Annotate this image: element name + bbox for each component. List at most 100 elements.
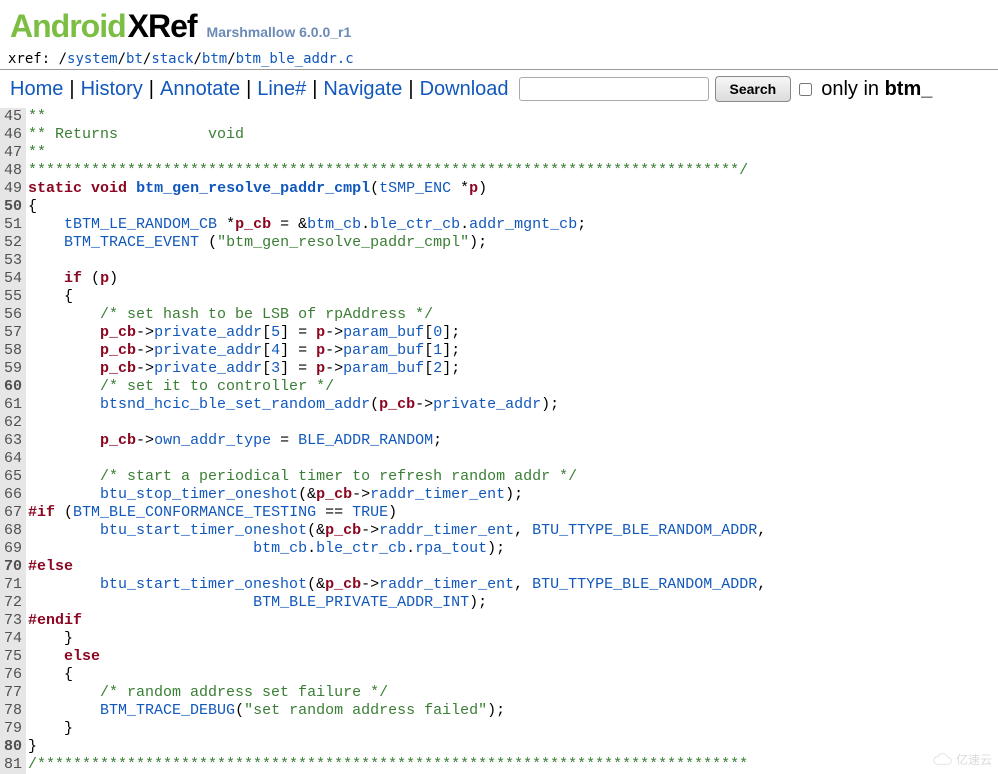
breadcrumb-segment[interactable]: btm: [202, 51, 227, 67]
source-line: btu_stop_timer_oneshot(&p_cb->raddr_time…: [28, 486, 766, 504]
nav-line-link[interactable]: Line#: [257, 78, 306, 101]
line-number[interactable]: 75: [4, 648, 22, 666]
line-number[interactable]: 68: [4, 522, 22, 540]
source-line: }: [28, 630, 766, 648]
source-line: }: [28, 738, 766, 756]
toolbar: Home | History | Annotate | Line# | Navi…: [0, 70, 998, 108]
source-line: **: [28, 144, 766, 162]
source-line: BTM_BLE_PRIVATE_ADDR_INT);: [28, 594, 766, 612]
line-number[interactable]: 49: [4, 180, 22, 198]
line-number[interactable]: 67: [4, 504, 22, 522]
line-number[interactable]: 53: [4, 252, 22, 270]
source-line: tBTM_LE_RANDOM_CB *p_cb = &btm_cb.ble_ct…: [28, 216, 766, 234]
source-line: /* set it to controller */: [28, 378, 766, 396]
breadcrumb-segment[interactable]: btm_ble_addr.c: [236, 51, 354, 67]
line-number[interactable]: 46: [4, 126, 22, 144]
line-number[interactable]: 78: [4, 702, 22, 720]
line-number[interactable]: 71: [4, 576, 22, 594]
line-number[interactable]: 66: [4, 486, 22, 504]
search-input[interactable]: [519, 77, 709, 101]
line-number[interactable]: 79: [4, 720, 22, 738]
cloud-icon: [930, 750, 954, 768]
line-number[interactable]: 77: [4, 684, 22, 702]
source-line: {: [28, 666, 766, 684]
line-number[interactable]: 60: [4, 378, 22, 396]
source-line: [28, 414, 766, 432]
breadcrumb-segment[interactable]: bt: [126, 51, 143, 67]
line-number[interactable]: 45: [4, 108, 22, 126]
source-line: {: [28, 288, 766, 306]
line-number[interactable]: 62: [4, 414, 22, 432]
source-line: #if (BTM_BLE_CONFORMANCE_TESTING == TRUE…: [28, 504, 766, 522]
line-number[interactable]: 74: [4, 630, 22, 648]
nav-sep: |: [312, 78, 317, 101]
logo-xref-text: XRef: [128, 8, 197, 45]
nav-sep: |: [408, 78, 413, 101]
source-code: **** Returns void***********************…: [26, 108, 766, 774]
source-line: **: [28, 108, 766, 126]
breadcrumb-segment[interactable]: system: [67, 51, 118, 67]
source-line: else: [28, 648, 766, 666]
line-number[interactable]: 57: [4, 324, 22, 342]
source-line: [28, 450, 766, 468]
source-line: #endif: [28, 612, 766, 630]
source-line: ****************************************…: [28, 162, 766, 180]
nav-home-link[interactable]: Home: [10, 78, 63, 101]
source-line: btm_cb.ble_ctr_cb.rpa_tout);: [28, 540, 766, 558]
line-number[interactable]: 80: [4, 738, 22, 756]
line-number-gutter: 4546474849505152535455565758596061626364…: [0, 108, 26, 774]
line-number[interactable]: 55: [4, 288, 22, 306]
line-number[interactable]: 59: [4, 360, 22, 378]
logo-version-text: Marshmallow 6.0.0_r1: [207, 24, 352, 40]
line-number[interactable]: 76: [4, 666, 22, 684]
breadcrumb-segment[interactable]: stack: [151, 51, 193, 67]
source-line: ** Returns void: [28, 126, 766, 144]
source-line: p_cb->private_addr[4] = p->param_buf[1];: [28, 342, 766, 360]
line-number[interactable]: 69: [4, 540, 22, 558]
line-number[interactable]: 73: [4, 612, 22, 630]
source-line: }: [28, 720, 766, 738]
breadcrumb-prefix: xref:: [8, 51, 59, 67]
nav-history-link[interactable]: History: [81, 78, 143, 101]
nav-sep: |: [246, 78, 251, 101]
line-number[interactable]: 58: [4, 342, 22, 360]
source-line: #else: [28, 558, 766, 576]
source-line: p_cb->own_addr_type = BLE_ADDR_RANDOM;: [28, 432, 766, 450]
source-viewer: 4546474849505152535455565758596061626364…: [0, 108, 998, 774]
header: Android XRef Marshmallow 6.0.0_r1: [0, 0, 998, 49]
source-line: if (p): [28, 270, 766, 288]
line-number[interactable]: 72: [4, 594, 22, 612]
nav-sep: |: [69, 78, 74, 101]
source-line: /* start a periodical timer to refresh r…: [28, 468, 766, 486]
line-number[interactable]: 54: [4, 270, 22, 288]
line-number[interactable]: 47: [4, 144, 22, 162]
line-number[interactable]: 64: [4, 450, 22, 468]
line-number[interactable]: 81: [4, 756, 22, 774]
nav-annotate-link[interactable]: Annotate: [160, 78, 240, 101]
source-line: btsnd_hcic_ble_set_random_addr(p_cb->pri…: [28, 396, 766, 414]
line-number[interactable]: 50: [4, 198, 22, 216]
line-number[interactable]: 48: [4, 162, 22, 180]
source-line: btu_start_timer_oneshot(&p_cb->raddr_tim…: [28, 522, 766, 540]
source-line: /* set hash to be LSB of rpAddress */: [28, 306, 766, 324]
line-number[interactable]: 51: [4, 216, 22, 234]
source-line: p_cb->private_addr[3] = p->param_buf[2];: [28, 360, 766, 378]
logo-android-text: Android: [10, 8, 126, 45]
logo[interactable]: Android XRef Marshmallow 6.0.0_r1: [10, 8, 988, 45]
line-number[interactable]: 63: [4, 432, 22, 450]
line-number[interactable]: 70: [4, 558, 22, 576]
only-in-checkbox[interactable]: [799, 83, 812, 96]
source-line: /***************************************…: [28, 756, 766, 774]
line-number[interactable]: 56: [4, 306, 22, 324]
nav-navigate-link[interactable]: Navigate: [323, 78, 402, 101]
line-number[interactable]: 61: [4, 396, 22, 414]
source-line: btu_start_timer_oneshot(&p_cb->raddr_tim…: [28, 576, 766, 594]
breadcrumb: xref: /system/bt/stack/btm/btm_ble_addr.…: [0, 49, 998, 70]
nav-download-link[interactable]: Download: [420, 78, 509, 101]
source-line: {: [28, 198, 766, 216]
line-number[interactable]: 52: [4, 234, 22, 252]
search-button[interactable]: Search: [715, 76, 792, 102]
breadcrumb-path: /system/bt/stack/btm/btm_ble_addr.c: [59, 51, 354, 67]
watermark: 亿速云: [930, 750, 992, 768]
line-number[interactable]: 65: [4, 468, 22, 486]
